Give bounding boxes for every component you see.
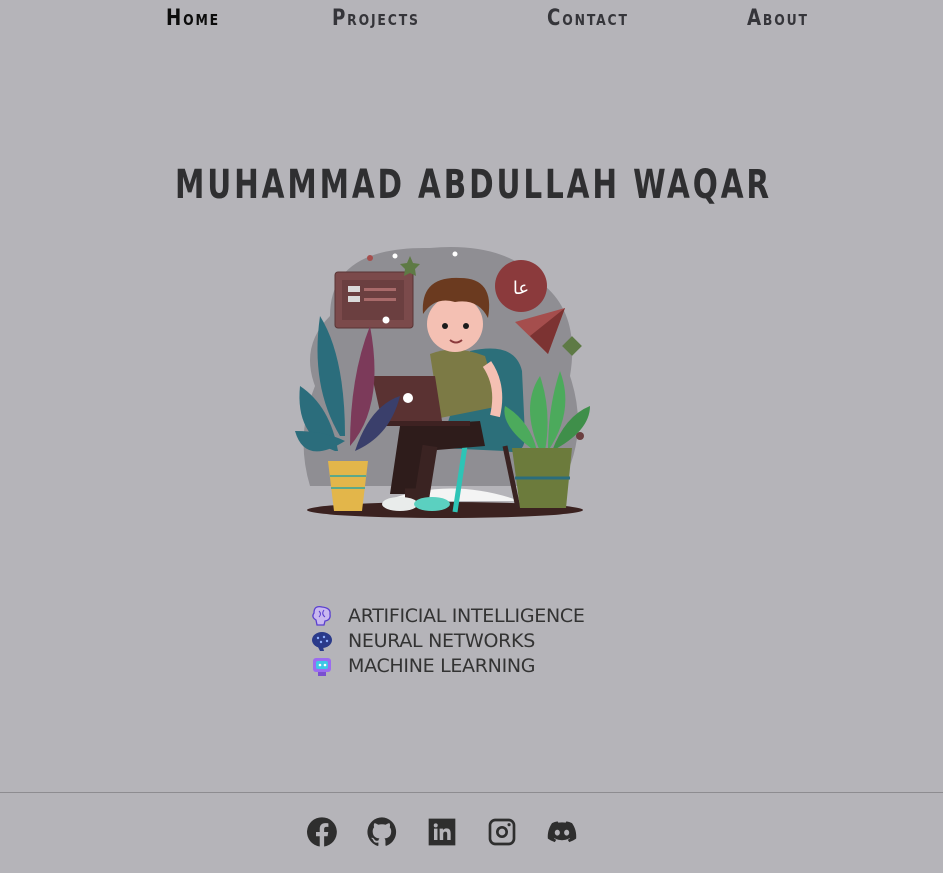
skill-label: MACHINE LEARNING xyxy=(348,654,536,677)
brain-icon xyxy=(310,605,334,627)
nav-contact-link[interactable]: Contact xyxy=(547,6,629,31)
linkedin-link[interactable] xyxy=(426,815,486,849)
person-with-laptop-illustration: عا xyxy=(290,236,600,526)
nav-about-link[interactable]: About xyxy=(747,6,809,31)
page-title-name: MUHAMMAD ABDULLAH WAQAR xyxy=(175,162,772,208)
skill-label: ARTIFICIAL INTELLIGENCE xyxy=(348,604,585,627)
github-link[interactable] xyxy=(366,815,426,849)
facebook-icon xyxy=(307,817,337,847)
facebook-link[interactable] xyxy=(306,815,366,849)
list-item: ARTIFICIAL INTELLIGENCE xyxy=(310,603,585,628)
discord-icon xyxy=(547,821,577,843)
discord-link[interactable] xyxy=(546,815,606,849)
footer-divider xyxy=(0,792,943,793)
instagram-link[interactable] xyxy=(486,815,546,849)
neural-brain-icon xyxy=(310,630,334,652)
robot-icon xyxy=(310,655,334,677)
social-links xyxy=(306,815,606,849)
list-item: MACHINE LEARNING xyxy=(310,653,585,678)
linkedin-icon xyxy=(428,818,456,846)
skills-list: ARTIFICIAL INTELLIGENCE NEURAL NETWORKS … xyxy=(310,603,585,678)
list-item: NEURAL NETWORKS xyxy=(310,628,585,653)
svg-text:عا: عا xyxy=(513,278,529,299)
nav-home-link[interactable]: Home xyxy=(166,6,220,31)
skill-label: NEURAL NETWORKS xyxy=(348,629,535,652)
instagram-icon xyxy=(488,818,516,846)
github-icon xyxy=(367,817,397,846)
nav-projects-link[interactable]: Projects xyxy=(332,6,420,31)
